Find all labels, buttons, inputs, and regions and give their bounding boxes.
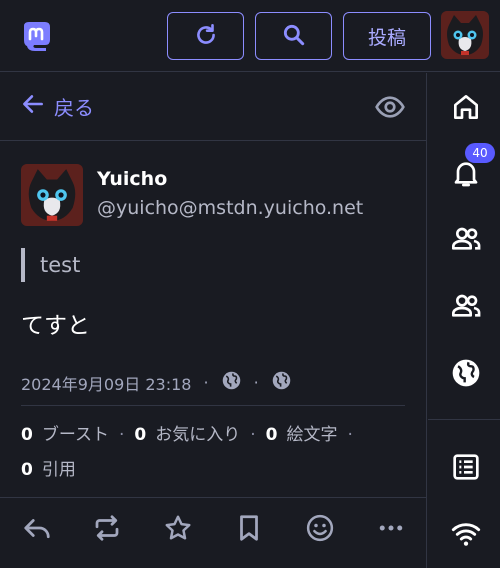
status-meta: 2024年9月09日 23:18 · · bbox=[21, 370, 292, 395]
favourites-stat[interactable]: 0 お気に入り bbox=[134, 425, 240, 445]
boost-button[interactable] bbox=[92, 513, 122, 543]
favourite-button[interactable] bbox=[163, 513, 193, 543]
search-button[interactable] bbox=[255, 12, 332, 60]
globe-icon bbox=[221, 370, 242, 395]
status-stats: 0 ブースト · 0 お気に入り · 0 絵文字 · 0 引用 bbox=[21, 418, 411, 488]
author-display-name[interactable]: Yuicho bbox=[97, 168, 363, 190]
stats-separator: · bbox=[119, 425, 125, 445]
emoji-stat[interactable]: 0 絵文字 bbox=[266, 425, 338, 445]
meta-separator: · bbox=[203, 373, 209, 392]
divider bbox=[21, 405, 405, 406]
status-content: てすと bbox=[21, 313, 90, 339]
eye-icon[interactable] bbox=[374, 91, 406, 123]
notification-badge: 40 bbox=[465, 143, 495, 163]
nav-home[interactable] bbox=[450, 91, 482, 123]
nav-federated-people[interactable] bbox=[450, 290, 482, 322]
bookmark-button[interactable] bbox=[234, 513, 264, 543]
bookmark-icon bbox=[234, 515, 264, 547]
more-button[interactable] bbox=[376, 513, 406, 543]
refresh-icon bbox=[193, 22, 219, 51]
people-icon bbox=[450, 227, 482, 259]
list-icon bbox=[450, 454, 482, 487]
account-avatar[interactable] bbox=[441, 11, 489, 59]
mastodon-logo-icon[interactable] bbox=[20, 20, 54, 54]
top-bar: 投稿 bbox=[0, 0, 500, 72]
people-icon bbox=[450, 294, 482, 326]
arrow-left-icon bbox=[20, 91, 54, 122]
author-avatar[interactable] bbox=[21, 164, 83, 226]
more-horizontal-icon bbox=[376, 525, 406, 547]
divider bbox=[0, 497, 427, 498]
meta-separator: · bbox=[253, 373, 259, 392]
boost-icon bbox=[92, 515, 122, 547]
nav-federated[interactable] bbox=[450, 357, 482, 389]
divider bbox=[428, 419, 500, 420]
globe-icon bbox=[271, 370, 292, 395]
globe-icon bbox=[450, 359, 482, 393]
column-header: 戻る bbox=[0, 73, 427, 141]
boosts-stat[interactable]: 0 ブースト bbox=[21, 425, 109, 445]
bell-icon bbox=[450, 162, 482, 193]
refresh-button[interactable] bbox=[167, 12, 244, 60]
quotes-stat[interactable]: 0 引用 bbox=[21, 460, 76, 480]
back-label: 戻る bbox=[54, 96, 94, 120]
back-button[interactable]: 戻る bbox=[20, 91, 94, 122]
nav-local[interactable] bbox=[450, 223, 482, 255]
status-quote: test bbox=[21, 248, 80, 282]
smiley-icon bbox=[305, 514, 335, 547]
reply-icon bbox=[22, 519, 52, 547]
status-column: 戻る Yuicho @yuicho@mstdn.yuicho.net test … bbox=[0, 73, 427, 568]
stats-separator: · bbox=[347, 425, 353, 445]
reply-button[interactable] bbox=[22, 513, 52, 543]
author-handle[interactable]: @yuicho@mstdn.yuicho.net bbox=[97, 197, 363, 219]
post-button[interactable]: 投稿 bbox=[343, 12, 431, 60]
search-icon bbox=[281, 22, 307, 51]
status-author[interactable]: Yuicho @yuicho@mstdn.yuicho.net bbox=[21, 164, 363, 226]
star-icon bbox=[163, 515, 193, 547]
status-timestamp[interactable]: 2024年9月09日 23:18 bbox=[21, 371, 191, 395]
wifi-icon bbox=[450, 523, 482, 553]
nav-streaming[interactable] bbox=[450, 517, 482, 549]
stats-separator: · bbox=[250, 425, 256, 445]
emoji-reaction-button[interactable] bbox=[305, 513, 335, 543]
home-icon bbox=[450, 95, 482, 127]
nav-lists[interactable] bbox=[450, 451, 482, 483]
post-button-label: 投稿 bbox=[367, 27, 406, 49]
